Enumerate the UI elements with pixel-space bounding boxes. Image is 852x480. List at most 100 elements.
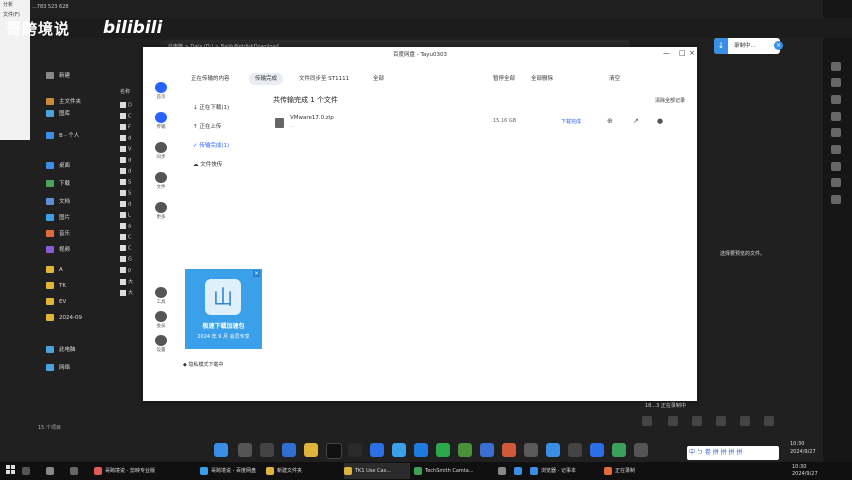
list-item[interactable]: V (120, 146, 131, 155)
panel-icon[interactable] (831, 95, 841, 104)
list-item[interactable]: d (120, 157, 131, 166)
minimize-button[interactable]: — (663, 49, 670, 57)
list-item[interactable]: F (120, 124, 131, 133)
sidebar-item[interactable]: 主文件夹 (46, 96, 81, 108)
taskbar-item[interactable]: TK1 Use Cas... (344, 463, 410, 479)
tab-complete[interactable]: 传输完成 (249, 73, 284, 85)
tiktok-icon[interactable] (326, 443, 342, 459)
taskbar-item[interactable] (498, 463, 509, 479)
folder-icon[interactable] (304, 443, 318, 457)
close-icon[interactable]: × (774, 41, 783, 50)
list-item[interactable]: C (120, 245, 132, 254)
chat-icon[interactable] (436, 443, 450, 457)
app-icon[interactable] (480, 443, 494, 457)
trash-icon[interactable] (740, 416, 750, 426)
app-icon[interactable] (458, 443, 472, 457)
sidebar-item[interactable]: 桌面 (46, 160, 70, 172)
panel-icon[interactable] (831, 112, 841, 121)
chat-icon[interactable] (642, 416, 652, 426)
close-button[interactable]: × (689, 49, 695, 57)
settings-icon[interactable] (155, 335, 167, 346)
app-icon[interactable] (502, 443, 516, 457)
sidebar-item[interactable]: 文档 (46, 196, 70, 208)
taskbar-item[interactable]: TechSmith Camta... (414, 463, 494, 479)
panel-icon[interactable] (831, 195, 841, 204)
sidebar-item[interactable]: 此电脑 (46, 344, 76, 356)
taskbar-item[interactable]: 哥跨境说 - 剪映专业版 (94, 463, 194, 479)
more-icon[interactable] (155, 202, 167, 213)
locate-icon[interactable]: ↗ (633, 117, 639, 125)
vscode-icon[interactable] (370, 443, 384, 457)
list-item[interactable]: G (120, 256, 132, 265)
panel-icon[interactable] (831, 162, 841, 171)
stop-icon[interactable] (764, 416, 774, 426)
sidebar-item[interactable]: EV (46, 296, 66, 308)
panel-icon[interactable] (831, 128, 841, 137)
tab-all[interactable]: 全部 (373, 73, 384, 85)
side-nav-item[interactable]: ↓ 正在下载(1) (193, 102, 229, 114)
sidebar-item[interactable]: 图库 (46, 108, 70, 120)
delete-icon[interactable]: ● (657, 117, 663, 125)
taskbar-item[interactable] (46, 463, 57, 479)
app-icon[interactable] (524, 443, 538, 457)
list-item[interactable]: d (120, 135, 131, 144)
list-item[interactable]: p (120, 267, 131, 276)
list-item[interactable]: d (120, 201, 131, 210)
start-icon[interactable] (214, 443, 228, 457)
list-item[interactable]: a (120, 223, 131, 232)
recording-indicator[interactable]: ↓ 录制中... (714, 38, 780, 54)
list-item[interactable]: L (120, 212, 131, 221)
open-folder-icon[interactable]: ⊕ (607, 117, 613, 125)
sidebar-item[interactable]: 视频 (46, 244, 70, 256)
tool-icon[interactable] (155, 287, 167, 298)
taskbar-item[interactable] (22, 463, 33, 479)
maximize-button[interactable]: □ (679, 49, 686, 57)
panel-icon[interactable] (831, 178, 841, 187)
list-item[interactable]: C (120, 113, 132, 122)
column-header-name[interactable]: 名称 (120, 88, 130, 97)
list-item[interactable]: S (120, 190, 131, 199)
sidebar-item[interactable]: 图片 (46, 212, 70, 224)
close-icon[interactable]: × (253, 270, 260, 277)
taskbar-item[interactable] (514, 463, 525, 479)
panel-icon[interactable] (831, 145, 841, 154)
sidebar-item[interactable]: 网络 (46, 362, 70, 374)
taskbar-item[interactable]: 正在录制 (604, 463, 654, 479)
settings-icon[interactable] (348, 443, 362, 457)
list-item[interactable]: S (120, 179, 131, 188)
browser-icon[interactable] (414, 443, 428, 457)
panel-icon[interactable] (831, 62, 841, 71)
task-view-icon[interactable] (260, 443, 274, 457)
clear-records-button[interactable]: 清除全部记录 (655, 97, 685, 104)
clear-button[interactable]: 清空 (609, 73, 620, 85)
pause-all-button[interactable]: 暂停全部 (493, 73, 515, 85)
taskbar-item[interactable]: 新建文件夹 (266, 463, 338, 479)
vip-icon[interactable] (155, 311, 167, 322)
list-item[interactable]: D (120, 102, 132, 111)
sidebar-item[interactable]: 2024-09 (46, 312, 82, 324)
transfer-icon[interactable] (155, 112, 167, 123)
list-item[interactable]: d (120, 168, 131, 177)
windows-start-icon[interactable] (6, 465, 16, 475)
app-icon[interactable] (568, 443, 582, 457)
panel-icon[interactable] (831, 78, 841, 87)
list-item[interactable]: 大 (120, 278, 133, 287)
taskbar-item[interactable]: 浏览器 - 记事本 (530, 463, 600, 479)
app-icon[interactable] (612, 443, 626, 457)
side-nav-item[interactable]: ↑ 正在上传 (193, 121, 221, 133)
tab-transferring[interactable]: 正在传输的内容 (191, 73, 230, 85)
list-item[interactable]: C (120, 234, 132, 243)
mic-icon[interactable] (668, 416, 678, 426)
sidebar-item[interactable]: A (46, 264, 63, 276)
sidebar-item[interactable]: 新建 (46, 70, 70, 82)
list-item[interactable]: 大 (120, 289, 133, 298)
sync-icon[interactable] (155, 142, 167, 153)
sidebar-item[interactable]: 音乐 (46, 228, 70, 240)
side-nav-item[interactable]: ✓ 传输完成(1) (193, 140, 229, 152)
file-icon[interactable] (155, 172, 167, 183)
promo-banner[interactable]: × 山 极速下载加速包 2024 年 9 月 会员专享 (185, 269, 262, 349)
settings-icon[interactable] (692, 416, 702, 426)
delete-all-button[interactable]: 全部删除 (531, 73, 553, 85)
side-nav-item[interactable]: ☁ 文件快传 (193, 159, 222, 171)
screen-icon[interactable] (716, 416, 726, 426)
